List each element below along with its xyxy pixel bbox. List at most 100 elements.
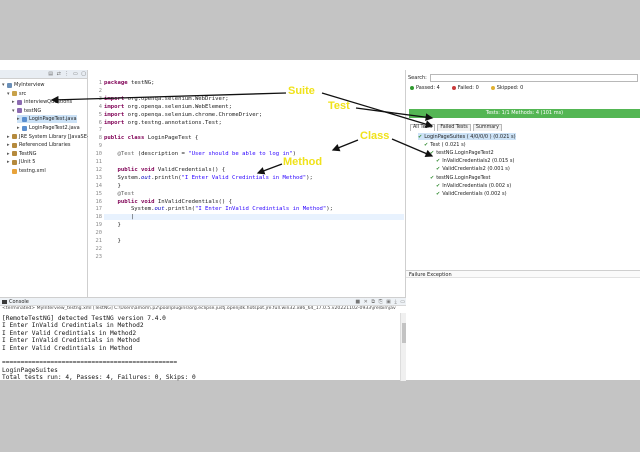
test-result-item[interactable]: ✔ testNG.LoginPageTest — [430, 174, 490, 181]
code-line[interactable]: import org.openqa.selenium.chrome.Chrome… — [104, 112, 262, 118]
code-line[interactable]: } — [104, 222, 120, 228]
pass-check-icon: ✔ — [430, 174, 435, 181]
expand-arrow-icon[interactable]: ▸ — [7, 142, 11, 148]
testng-tab[interactable]: Summary — [472, 124, 502, 131]
tree-item[interactable]: ▸ JRE System Library [JavaSE-17] — [7, 133, 97, 141]
tree-item-label: LoginPageTest2.java — [29, 125, 80, 131]
search-input[interactable] — [429, 73, 638, 82]
tree-item[interactable]: ▾ MyInterview — [2, 81, 45, 89]
code-line[interactable]: } — [104, 183, 120, 189]
code-line[interactable]: | — [104, 214, 404, 221]
expand-arrow-icon[interactable]: ▸ — [17, 125, 21, 131]
console-scroll-thumb[interactable] — [402, 323, 406, 343]
java-icon — [22, 125, 27, 131]
code-line[interactable]: public class LoginPageTest { — [104, 135, 198, 141]
code-line[interactable]: import org.openqa.selenium.WebElement; — [104, 104, 232, 110]
test-result-item[interactable]: ✔ ValidCredentials2 (0.001 s) — [436, 166, 510, 173]
tree-item[interactable]: ▸ LoginPageTest2.java — [17, 124, 80, 132]
testng-tab[interactable]: Failed Tests — [437, 124, 471, 131]
proj-icon — [7, 82, 12, 88]
code-line[interactable]: import org.testng.annotations.Test; — [104, 120, 222, 126]
test-result-item[interactable]: ✔ InValidCredentials (0.002 s) — [436, 182, 511, 189]
tree-item-label: MyInterview — [14, 82, 45, 88]
tree-item[interactable]: testng.xml — [7, 167, 46, 175]
expand-arrow-icon[interactable]: ▸ — [7, 151, 11, 157]
code-line[interactable]: @Test — [104, 191, 134, 197]
line-number: 12 — [95, 166, 103, 173]
expand-arrow-icon[interactable]: ▸ — [7, 159, 11, 165]
search-label: Search: — [408, 74, 427, 81]
annotation-method: Method — [283, 156, 323, 168]
expand-arrow-icon[interactable]: ▸ — [12, 99, 16, 105]
tree-item[interactable]: ▸ interviewQuestions — [12, 98, 72, 106]
line-number: 8 — [98, 135, 102, 142]
code-line[interactable]: package testNG; — [104, 80, 155, 86]
expand-arrow-icon[interactable]: ▾ — [2, 82, 6, 88]
src-icon — [12, 91, 17, 97]
console-line: ========================================… — [2, 359, 178, 367]
expand-arrow-icon[interactable]: ▾ — [7, 91, 11, 97]
lib-icon — [12, 142, 17, 148]
line-number: 6 — [98, 119, 102, 126]
testng-tab[interactable]: All Tests — [410, 124, 436, 131]
line-number: 1 — [98, 80, 102, 86]
tree-item-label: Referenced Libraries — [19, 142, 71, 149]
code-line[interactable]: public void InValidCredentials() { — [104, 199, 232, 205]
test-result-item[interactable]: ✔ InValidCredentials2 (0.015 s) — [436, 158, 514, 165]
tests-progress-bar: Tests: 1/1 Methods: 4 (101 ms) — [409, 109, 640, 118]
pkg-icon — [17, 99, 22, 105]
console-view: Console ■ ✕ ⧉ ⎘ ▣ ⤓ ▭ <terminated> MyInt… — [0, 297, 406, 382]
line-number: 4 — [98, 103, 102, 110]
line-number: 23 — [95, 253, 103, 260]
pass-check-icon: ✔ — [436, 158, 441, 165]
expand-arrow-icon[interactable]: ▾ — [12, 108, 16, 114]
pass-check-icon: ✔ — [436, 182, 441, 189]
test-result-item[interactable]: ✔ testNG.LoginPageTest2 — [430, 149, 494, 156]
code-line[interactable]: import org.openqa.selenium.WebDriver; — [104, 96, 229, 102]
test-result-item[interactable]: ✔ ValidCredentials (0.002 s) — [436, 190, 507, 197]
console-line: LoginPageSuites — [2, 366, 58, 374]
line-number: 5 — [98, 111, 102, 118]
tree-item[interactable]: ▸ LoginPageTest.java — [17, 115, 77, 124]
line-number: 11 — [95, 159, 103, 165]
pass-check-icon: ✔ — [436, 190, 441, 197]
test-result-item[interactable]: ✔ Test ( 0.021 s) — [424, 141, 466, 148]
code-line[interactable]: } — [104, 238, 120, 244]
failed-stat: Failed: 0 — [451, 85, 479, 91]
failed-icon — [451, 85, 456, 90]
test-result-item[interactable]: ✔ LoginPageSuites ( 4/0/0/0 ) (0.021 s) — [418, 133, 516, 140]
expand-arrow-icon[interactable]: ▸ — [17, 116, 21, 122]
testng-stats: Passed: 4 Failed: 0 Skipped: 0 — [410, 85, 523, 91]
console-line: I Enter Valid Credintials in Method2 — [2, 329, 137, 337]
annotation-test: Test — [328, 100, 350, 112]
code-line[interactable]: public void ValidCredentials() { — [104, 167, 225, 173]
terminated-label: <terminated> MyInterview_testng.xml [Tes… — [2, 306, 396, 311]
test-result-label: LoginPageSuites ( 4/0/0/0 ) (0.021 s) — [424, 133, 516, 140]
console-tab[interactable]: Console ■ ✕ ⧉ ⎘ ▣ ⤓ ▭ — [0, 298, 406, 306]
pass-check-icon: ✔ — [436, 166, 441, 173]
test-result-label: ValidCredentials (0.002 s) — [442, 190, 507, 197]
line-number: 10 — [95, 151, 103, 158]
lib-icon — [12, 159, 17, 165]
view-toolbar-icons[interactable]: ▤ ⇄ ⋮ ▭ ▢ — [48, 71, 87, 77]
test-result-label: testNG.LoginPageTest2 — [436, 149, 494, 156]
expand-arrow-icon[interactable]: ▸ — [7, 134, 11, 140]
eclipse-window: ▤ ⇄ ⋮ ▭ ▢ ▾ MyInterview ▾ src ▸ interviewQues… — [0, 60, 640, 382]
code-line[interactable]: @Test (description = "User should be abl… — [104, 151, 296, 157]
tree-item-label: src — [19, 90, 27, 97]
code-line[interactable]: System.out.println("I Enter Valid Credin… — [104, 175, 312, 181]
tree-item[interactable]: ▸ JUnit 5 — [7, 158, 35, 166]
tree-item[interactable]: ▾ testNG — [12, 107, 41, 115]
tree-item[interactable]: ▾ src — [7, 90, 26, 98]
pass-check-icon: ✔ — [424, 141, 429, 148]
line-number: 13 — [95, 174, 103, 181]
console-line: Total tests run: 4, Passes: 4, Failures:… — [2, 374, 196, 382]
skipped-stat: Skipped: 0 — [490, 85, 523, 91]
console-toolbar-icons[interactable]: ■ ✕ ⧉ ⎘ ▣ ⤓ ▭ — [355, 299, 406, 305]
line-number: 19 — [95, 222, 103, 229]
console-line: [RemoteTestNG] detected TestNG version 7… — [2, 315, 166, 322]
console-scrollbar[interactable] — [400, 313, 406, 381]
tree-item[interactable]: ▸ TestNG — [7, 150, 36, 158]
code-line[interactable]: System.out.println("I Enter InValid Cred… — [104, 206, 333, 212]
tree-item[interactable]: ▸ Referenced Libraries — [7, 141, 71, 149]
